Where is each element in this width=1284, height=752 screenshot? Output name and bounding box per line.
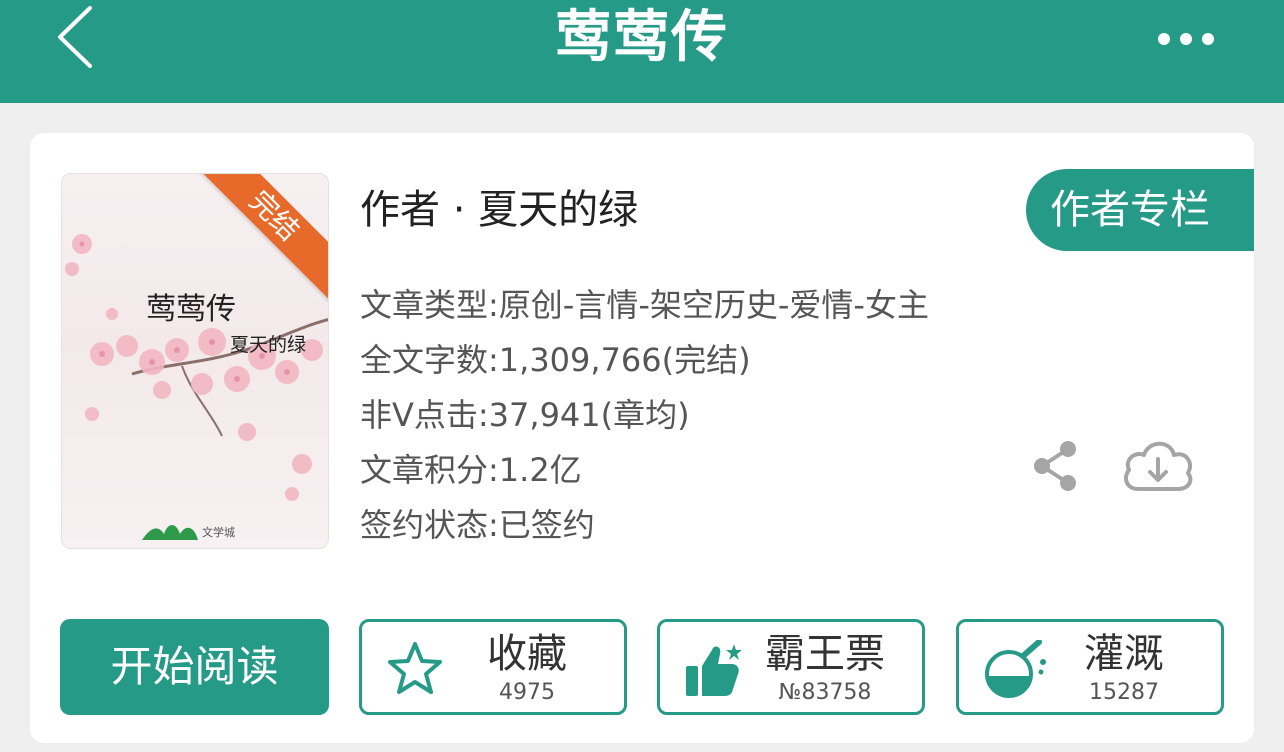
more-button[interactable] — [1154, 22, 1218, 56]
water-button[interactable]: 灌溉 15287 — [956, 619, 1224, 715]
water-count: 15287 — [1089, 680, 1159, 705]
share-icon — [1034, 441, 1076, 491]
favorite-count: 4975 — [499, 680, 555, 705]
cloud-download-icon — [1124, 441, 1193, 491]
book-info-card: 莺莺传 夏天的绿 完结 文学城 作者 · 夏天的绿 作者专栏 文章类型:原创-言… — [30, 133, 1254, 743]
favorite-label: 收藏 — [487, 631, 567, 677]
cover-author: 夏天的绿 — [230, 334, 307, 356]
info-contract-status: 签约状态:已签约 — [360, 506, 595, 544]
publisher-logo-text: 文学城 — [202, 525, 235, 539]
ticket-label: 霸王票 — [765, 631, 885, 677]
flask-icon — [983, 639, 1049, 704]
thumbs-up-icon — [684, 640, 744, 704]
start-reading-button[interactable]: 开始阅读 — [60, 619, 329, 715]
more-dots-icon — [1158, 33, 1214, 45]
info-score: 文章积分:1.2亿 — [360, 451, 582, 489]
star-icon — [386, 640, 444, 702]
ticket-button[interactable]: 霸王票 №83758 — [657, 619, 925, 715]
download-button[interactable] — [1120, 437, 1196, 501]
author-column-button[interactable]: 作者专栏 — [1026, 169, 1254, 251]
cover-title: 莺莺传 — [146, 292, 236, 327]
info-genre: 文章类型:原创-言情-架空历史-爱情-女主 — [360, 286, 929, 324]
ticket-count: №83758 — [778, 680, 872, 705]
water-label: 灌溉 — [1084, 631, 1164, 677]
favorite-button[interactable]: 收藏 4975 — [359, 619, 627, 715]
info-word-count: 全文字数:1,309,766(完结) — [360, 341, 751, 379]
info-clicks: 非V点击:37,941(章均) — [360, 396, 690, 434]
author-name[interactable]: 作者 · 夏天的绿 — [360, 185, 638, 235]
top-nav-bar: 莺莺传 — [0, 0, 1284, 103]
page-title: 莺莺传 — [555, 5, 729, 70]
share-button[interactable] — [1030, 439, 1080, 497]
publisher-logo: 文学城 — [140, 514, 252, 548]
book-info-list: 文章类型:原创-言情-架空历史-爱情-女主 全文字数:1,309,766(完结)… — [360, 278, 929, 553]
book-cover[interactable]: 莺莺传 夏天的绿 完结 文学城 — [61, 173, 329, 549]
